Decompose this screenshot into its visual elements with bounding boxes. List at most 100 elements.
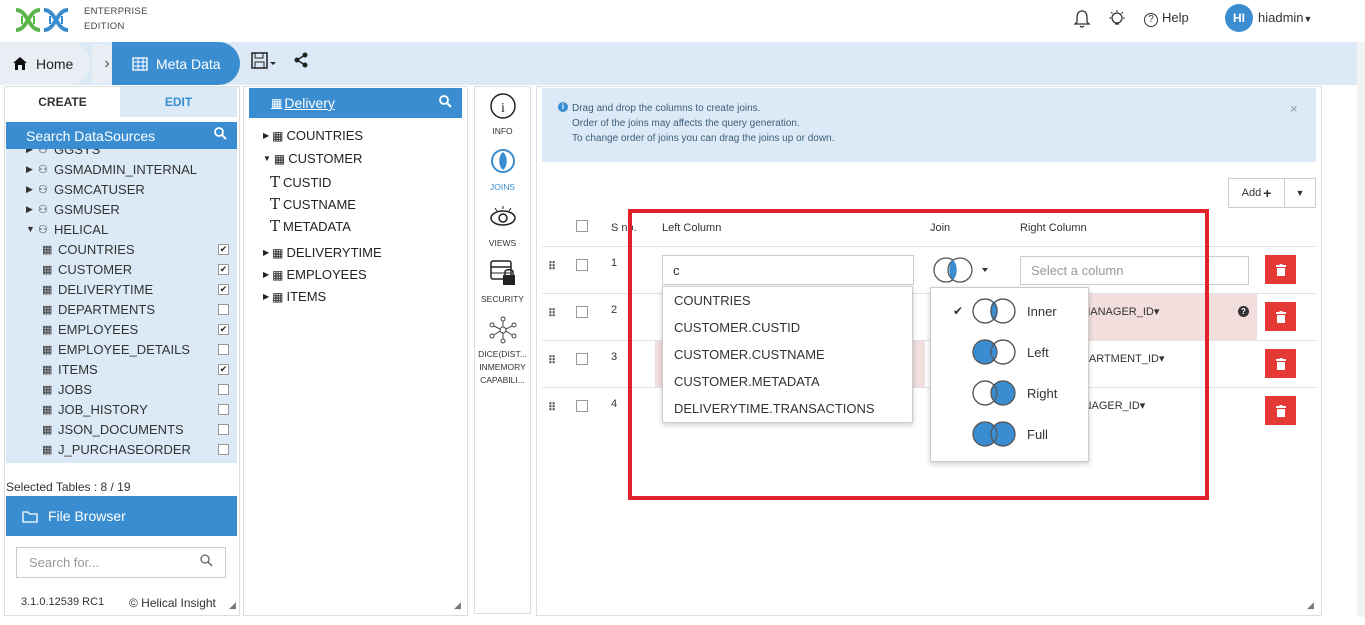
tree-node[interactable]: ▶ ▦ ITEMS: [263, 289, 326, 304]
row-checkbox[interactable]: [576, 259, 588, 271]
tree-node[interactable]: ▼ ▦ CUSTOMER: [263, 151, 362, 166]
close-icon[interactable]: ×: [1290, 101, 1298, 116]
datasource-item[interactable]: ▦ JOBS: [6, 379, 237, 399]
bulb-icon[interactable]: [1107, 9, 1127, 29]
schema-icon: ⚇: [38, 223, 48, 236]
table-checkbox[interactable]: ✔: [218, 363, 229, 375]
datasource-item[interactable]: ▦ EMPLOYEE_DETAILS: [6, 339, 237, 359]
drag-handle-icon[interactable]: ⠿: [548, 354, 556, 367]
avatar[interactable]: HI: [1225, 4, 1253, 32]
side-joins-button[interactable]: JOINS: [475, 148, 530, 192]
datasource-item[interactable]: ▶ ⚇ GSMADMIN_INTERNAL: [6, 159, 237, 179]
row-checkbox[interactable]: [576, 353, 588, 365]
tab-edit[interactable]: EDIT: [120, 87, 237, 117]
resize-handle-icon[interactable]: ◢: [454, 600, 461, 611]
caret-right-icon[interactable]: ▶: [263, 270, 269, 279]
datasource-item-label: DEPARTMENTS: [58, 301, 156, 317]
search-datasources-header[interactable]: Search DataSources: [6, 122, 237, 149]
drag-handle-icon[interactable]: ⠿: [548, 401, 556, 414]
add-join-button[interactable]: Add + ▼: [1228, 178, 1316, 208]
caret-right-icon[interactable]: ▶: [263, 131, 269, 140]
table-checkbox[interactable]: [218, 383, 229, 395]
datasource-item[interactable]: ▦ DELIVERYTIME ✔: [6, 279, 237, 299]
tree-node[interactable]: T CUSTNAME: [270, 195, 356, 213]
datasource-item[interactable]: ▦ ITEMS ✔: [6, 359, 237, 379]
help-link[interactable]: ? Help: [1144, 10, 1189, 27]
row-checkbox[interactable]: [576, 400, 588, 412]
datasource-item[interactable]: ▦ DEPARTMENTS: [6, 299, 237, 319]
search-icon[interactable]: [214, 127, 227, 140]
datasource-item[interactable]: ▶ ⚇ GSMUSER: [6, 199, 237, 219]
datasource-item[interactable]: ▦ CUSTOMER ✔: [6, 259, 237, 279]
caret-down-icon[interactable]: ▼: [1285, 188, 1315, 198]
datasource-item[interactable]: ▦ J_PURCHASEORDER: [6, 439, 237, 459]
tree-node-label: ITEMS: [286, 289, 327, 304]
datasource-item[interactable]: ▦ EMPLOYEES ✔: [6, 319, 237, 339]
tree-node[interactable]: T METADATA: [270, 217, 351, 235]
tree-title[interactable]: ▦ Delivery: [249, 88, 462, 118]
caret-right-icon[interactable]: ▶: [263, 248, 269, 257]
datasource-item[interactable]: ▼ ⚇ HELICAL: [6, 219, 237, 239]
caret-down-icon[interactable]: ▼: [263, 154, 271, 163]
table-checkbox[interactable]: [218, 403, 229, 415]
table-checkbox[interactable]: [218, 423, 229, 435]
caret-right-icon[interactable]: ▶: [26, 149, 38, 155]
delete-join-button[interactable]: [1265, 349, 1296, 378]
datasource-item[interactable]: ▦ COUNTRIES ✔: [6, 239, 237, 259]
side-security-button[interactable]: SECURITY: [475, 258, 530, 304]
caret-right-icon[interactable]: ▶: [26, 204, 38, 215]
side-dice-button[interactable]: DICE(DIST... INMEMORY CAPABILI...: [475, 316, 530, 387]
row-number: 2: [611, 304, 618, 316]
help-icon[interactable]: ?: [1238, 306, 1249, 317]
caret-right-icon[interactable]: ▶: [26, 164, 38, 175]
drag-handle-icon[interactable]: ⠿: [548, 307, 556, 320]
delete-join-button[interactable]: [1265, 396, 1296, 425]
user-menu[interactable]: hiadmin▼: [1258, 10, 1312, 25]
table-checkbox[interactable]: ✔: [218, 323, 229, 335]
caret-right-icon[interactable]: ▶: [26, 184, 38, 195]
datasource-item[interactable]: ▦ JSON_DOCUMENTS: [6, 419, 237, 439]
drag-handle-icon[interactable]: ⠿: [548, 260, 556, 273]
info-circle-icon: i: [558, 102, 568, 112]
table-checkbox[interactable]: [218, 343, 229, 355]
delete-join-button[interactable]: [1265, 302, 1296, 331]
tree-node[interactable]: ▶ ▦ DELIVERYTIME: [263, 245, 382, 260]
tree-node[interactable]: ▶ ▦ COUNTRIES: [263, 128, 363, 143]
tree-node-label: DELIVERYTIME: [286, 245, 382, 260]
caret-down-icon[interactable]: ▼: [26, 224, 38, 234]
table-checkbox[interactable]: ✔: [218, 263, 229, 275]
save-icon[interactable]: [251, 52, 277, 70]
tree-node[interactable]: T CUSTID: [270, 173, 331, 191]
datasource-item[interactable]: ▶⚇ GGSYS: [6, 149, 237, 159]
datasource-item[interactable]: ▦ JOB_HISTORY: [6, 399, 237, 419]
bell-icon[interactable]: [1073, 9, 1091, 29]
tree-node-label: CUSTOMER: [288, 151, 363, 166]
search-input[interactable]: Search for...: [16, 547, 226, 578]
datasource-item[interactable]: ▶ ⚇ GSMCATUSER: [6, 179, 237, 199]
resize-handle-icon[interactable]: ◢: [1307, 600, 1314, 611]
datasource-item-label: JSON_DOCUMENTS: [58, 421, 184, 437]
side-views-button[interactable]: VIEWS: [475, 204, 530, 248]
search-icon[interactable]: [439, 95, 452, 108]
tree-node-label: CUSTID: [283, 174, 332, 190]
select-all-checkbox[interactable]: [576, 220, 588, 232]
row-checkbox[interactable]: [576, 306, 588, 318]
file-browser-button[interactable]: File Browser: [6, 496, 237, 536]
breadcrumb-meta-data[interactable]: Meta Data: [112, 42, 240, 85]
table-checkbox[interactable]: ✔: [218, 283, 229, 295]
add-join-label-wrap[interactable]: Add +: [1229, 179, 1285, 207]
caret-right-icon[interactable]: ▶: [263, 292, 269, 301]
resize-handle-icon[interactable]: ◢: [229, 600, 236, 611]
info-icon: i: [489, 93, 516, 119]
breadcrumb-home[interactable]: Home: [0, 42, 90, 85]
share-icon[interactable]: [293, 52, 309, 68]
tree-node[interactable]: ▶ ▦ EMPLOYEES: [263, 267, 367, 282]
tab-create[interactable]: CREATE: [5, 87, 120, 117]
table-checkbox[interactable]: [218, 443, 229, 455]
table-checkbox[interactable]: [218, 303, 229, 315]
side-info-button[interactable]: i INFO: [475, 92, 530, 136]
delete-join-button[interactable]: [1265, 255, 1296, 284]
datasource-item-label: JOBS: [58, 381, 92, 397]
page-scrollbar[interactable]: [1357, 42, 1365, 617]
table-checkbox[interactable]: ✔: [218, 243, 229, 255]
